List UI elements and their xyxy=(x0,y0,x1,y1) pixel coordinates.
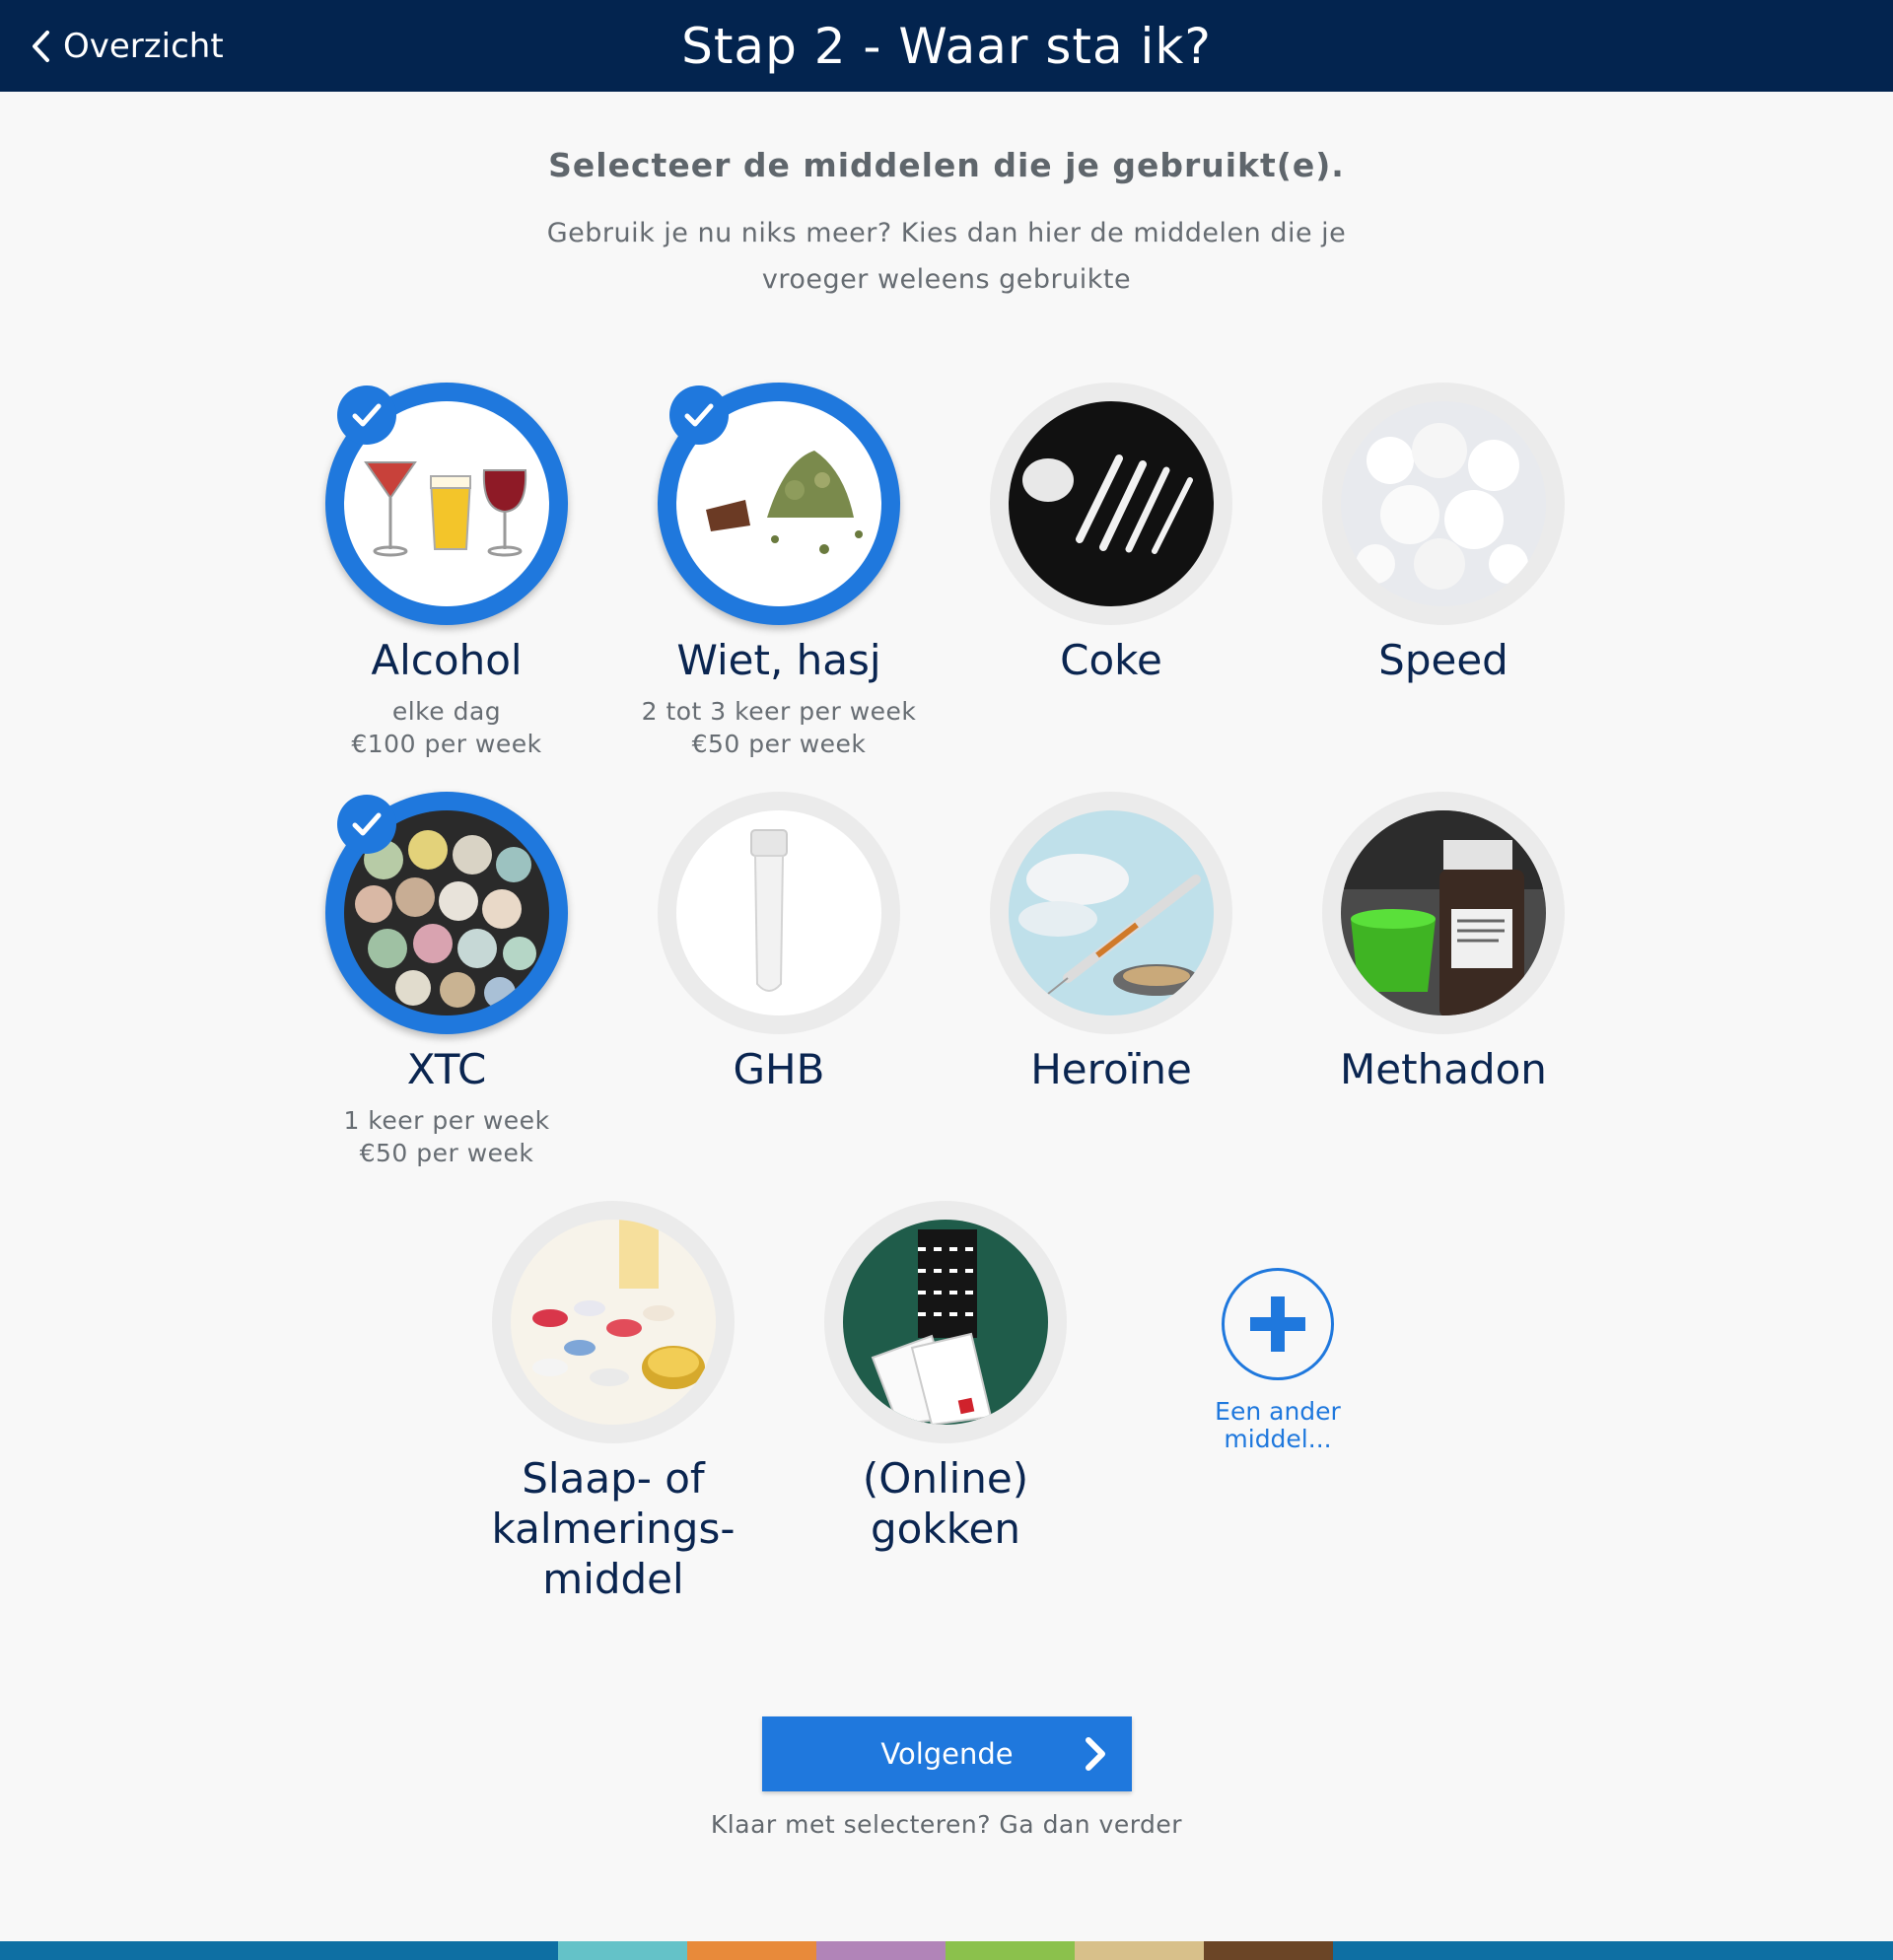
substance-tile-heroin[interactable]: Heroïne xyxy=(948,792,1274,1094)
plus-icon xyxy=(1250,1296,1305,1352)
cost-text: €100 per week xyxy=(351,730,542,758)
strip-segment xyxy=(687,1941,816,1960)
substance-image-frame xyxy=(824,1201,1067,1443)
cost-text: €50 per week xyxy=(691,730,867,758)
substance-label: Wiet, hasj xyxy=(676,636,881,684)
substance-image-frame xyxy=(492,1201,735,1443)
methadone-bottle-icon xyxy=(1341,810,1546,1015)
substance-tile-coke[interactable]: Coke xyxy=(948,383,1274,685)
label-line: kalmerings- xyxy=(491,1505,736,1553)
substance-image-frame xyxy=(658,792,900,1034)
substance-label: Alcohol xyxy=(371,636,523,684)
add-other-substance-button[interactable]: Een ander middel... xyxy=(1130,1268,1426,1453)
strip-segment xyxy=(1075,1941,1204,1960)
substance-label: Speed xyxy=(1378,636,1508,684)
strip-segment xyxy=(558,1941,687,1960)
label-line: middel... xyxy=(1224,1425,1332,1453)
top-bar: Overzicht Stap 2 - Waar sta ik? xyxy=(0,0,1893,92)
substance-image-frame xyxy=(990,792,1232,1034)
checkmark-icon xyxy=(337,795,396,854)
cocaine-lines-icon xyxy=(1009,401,1214,606)
substance-tile-gambling[interactable]: (Online) gokken xyxy=(783,1201,1108,1554)
label-line: Een ander xyxy=(1215,1397,1341,1426)
substance-image-frame xyxy=(325,383,568,625)
frequency-text: elke dag xyxy=(391,697,502,726)
intro-title: Selecteer de middelen die je gebruikt(e)… xyxy=(548,146,1345,184)
add-other-label: Een ander middel... xyxy=(1130,1398,1426,1453)
substance-tile-sedatives[interactable]: Slaap- of kalmerings- middel xyxy=(451,1201,776,1604)
intro-subtitle: Gebruik je nu niks meer? Kies dan hier d… xyxy=(546,218,1347,295)
add-circle xyxy=(1222,1268,1334,1380)
substance-label: GHB xyxy=(733,1045,825,1093)
substance-tile-cannabis[interactable]: Wiet, hasj 2 tot 3 keer per week €50 per… xyxy=(616,383,942,760)
next-button[interactable]: Volgende xyxy=(762,1716,1132,1791)
label-line: gokken xyxy=(871,1505,1020,1553)
page-title: Stap 2 - Waar sta ik? xyxy=(681,17,1212,75)
substance-tile-xtc[interactable]: XTC 1 keer per week €50 per week xyxy=(284,792,609,1169)
speed-powder-icon xyxy=(1341,401,1546,606)
strip-segment xyxy=(1333,1941,1893,1960)
substance-label: (Online) gokken xyxy=(783,1453,1108,1554)
intro: Selecteer de middelen die je gebruikt(e)… xyxy=(0,146,1893,303)
substance-tile-alcohol[interactable]: Alcohol elke dag €100 per week xyxy=(284,383,609,760)
strip-segment xyxy=(946,1941,1075,1960)
substance-image-frame xyxy=(1322,383,1565,625)
substance-tile-ghb[interactable]: GHB xyxy=(616,792,942,1094)
substance-label: Coke xyxy=(1060,636,1162,684)
heroin-syringe-icon xyxy=(1009,810,1214,1015)
color-strip xyxy=(0,1941,1893,1960)
strip-segment xyxy=(0,1941,558,1960)
checkmark-icon xyxy=(337,385,396,445)
poker-chips-icon xyxy=(843,1220,1048,1425)
substance-label: XTC xyxy=(406,1045,487,1093)
frequency-text: 1 keer per week xyxy=(343,1106,550,1135)
checkmark-icon xyxy=(669,385,729,445)
substance-tile-speed[interactable]: Speed xyxy=(1281,383,1606,685)
strip-segment xyxy=(1204,1941,1333,1960)
substance-label: Methadon xyxy=(1340,1045,1547,1093)
substance-image-frame xyxy=(325,792,568,1034)
label-line: (Online) xyxy=(862,1454,1029,1503)
next-hint: Klaar met selecteren? Ga dan verder xyxy=(710,1810,1183,1839)
label-line: Slaap- of xyxy=(522,1454,705,1503)
cost-text: €50 per week xyxy=(359,1139,534,1167)
pills-icon xyxy=(511,1220,716,1425)
frequency-text: 2 tot 3 keer per week xyxy=(641,697,917,726)
substance-label: Heroïne xyxy=(1030,1045,1192,1093)
next-label: Volgende xyxy=(880,1737,1014,1771)
substance-image-frame xyxy=(990,383,1232,625)
substance-image-frame xyxy=(658,383,900,625)
substance-label: Slaap- of kalmerings- middel xyxy=(451,1453,776,1604)
ghb-vial-icon xyxy=(676,810,881,1015)
strip-segment xyxy=(816,1941,946,1960)
substance-tile-methadone[interactable]: Methadon xyxy=(1281,792,1606,1094)
substance-image-frame xyxy=(1322,792,1565,1034)
label-line: middel xyxy=(542,1555,684,1603)
chevron-right-icon xyxy=(1086,1737,1105,1771)
